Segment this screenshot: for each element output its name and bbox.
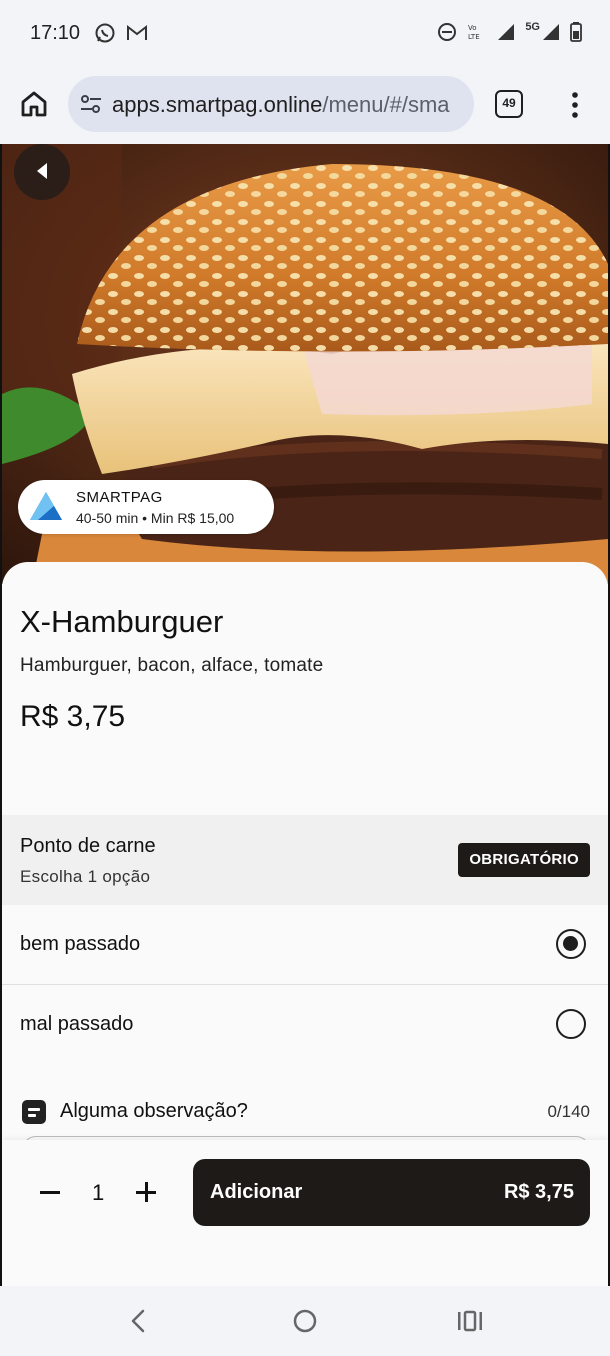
- do-not-disturb-icon: [438, 23, 457, 41]
- quantity-value: 1: [92, 1180, 105, 1205]
- url-text: apps.smartpag.online/menu/#/sma: [112, 92, 450, 118]
- observation-label: Alguma observação?: [60, 1100, 248, 1122]
- status-system-icons: Vo LTE 5G: [437, 21, 582, 42]
- observation-section: Alguma observação? 0/140: [2, 1090, 608, 1140]
- option-group-title: Ponto de carne: [20, 835, 156, 857]
- back-button[interactable]: [14, 144, 70, 200]
- network-type: 5G: [525, 21, 540, 33]
- store-logo: [30, 492, 62, 520]
- tabs-counter-button[interactable]: 49: [495, 90, 523, 118]
- add-button-price: R$ 3,75: [503, 1181, 574, 1203]
- increase-quantity-button[interactable]: [134, 1180, 158, 1204]
- url-path: /menu/#/sma: [322, 92, 450, 117]
- site-settings-icon[interactable]: [80, 94, 102, 114]
- url-bar[interactable]: apps.smartpag.online/menu/#/sma: [68, 76, 474, 132]
- gmail-icon: [127, 24, 147, 40]
- observation-char-count: 0/140: [547, 1102, 590, 1121]
- signal-icon-2: [543, 24, 559, 40]
- battery-icon: [570, 22, 582, 42]
- status-bar: 17:10 Vo LTE 5G: [0, 0, 610, 66]
- option-group-header: Ponto de carne Escolha 1 opção OBRIGATÓR…: [2, 815, 608, 905]
- svg-text:Vo: Vo: [468, 24, 477, 32]
- browser-toolbar: apps.smartpag.online/menu/#/sma 49: [0, 66, 610, 144]
- signal-icon: [498, 24, 515, 40]
- product-description: Hamburguer, bacon, alface, tomate: [20, 655, 324, 676]
- store-info-card: SMARTPAG 40-50 min • Min R$ 15,00: [18, 480, 274, 534]
- status-time: 17:10: [30, 22, 81, 44]
- option-group-subtitle: Escolha 1 opção: [20, 867, 151, 886]
- decrease-quantity-button[interactable]: [38, 1180, 62, 1204]
- product-title: X-Hamburguer: [20, 604, 224, 639]
- option-mal-passado[interactable]: mal passado: [2, 985, 608, 1065]
- add-to-cart-button[interactable]: Adicionar R$ 3,75: [193, 1159, 590, 1226]
- volte-icon: VoLTE: [468, 24, 480, 41]
- home-icon[interactable]: [18, 88, 50, 120]
- add-button-label: Adicionar: [210, 1181, 303, 1203]
- whatsapp-icon: [95, 23, 115, 43]
- option-bem-passado[interactable]: bem passado: [2, 905, 608, 985]
- option-label: mal passado: [20, 1013, 134, 1035]
- nav-back-icon[interactable]: [126, 1308, 150, 1334]
- nav-home-icon[interactable]: [292, 1308, 318, 1334]
- status-notification-icons: [94, 22, 148, 44]
- product-details-sheet: X-Hamburguer Hamburguer, bacon, alface, …: [2, 562, 608, 1140]
- add-to-cart-bar: 1 Adicionar R$ 3,75: [2, 1140, 608, 1286]
- option-label: bem passado: [20, 933, 141, 955]
- required-badge: OBRIGATÓRIO: [458, 843, 590, 877]
- system-navigation-bar: [0, 1286, 610, 1356]
- url-host: apps.smartpag.online: [112, 92, 323, 117]
- store-delivery-info: 40-50 min • Min R$ 15,00: [76, 510, 235, 526]
- screen-edge-left: [0, 144, 2, 1286]
- svg-text:LTE: LTE: [468, 33, 480, 41]
- product-price: R$ 3,75: [20, 700, 126, 733]
- radio-unselected[interactable]: [556, 1009, 586, 1039]
- nav-recent-apps-icon[interactable]: [456, 1308, 484, 1334]
- store-name: SMARTPAG: [76, 489, 163, 506]
- back-arrow-icon: [37, 163, 47, 179]
- more-options-icon[interactable]: [566, 90, 584, 120]
- note-icon: [22, 1100, 46, 1124]
- radio-selected[interactable]: [556, 929, 586, 959]
